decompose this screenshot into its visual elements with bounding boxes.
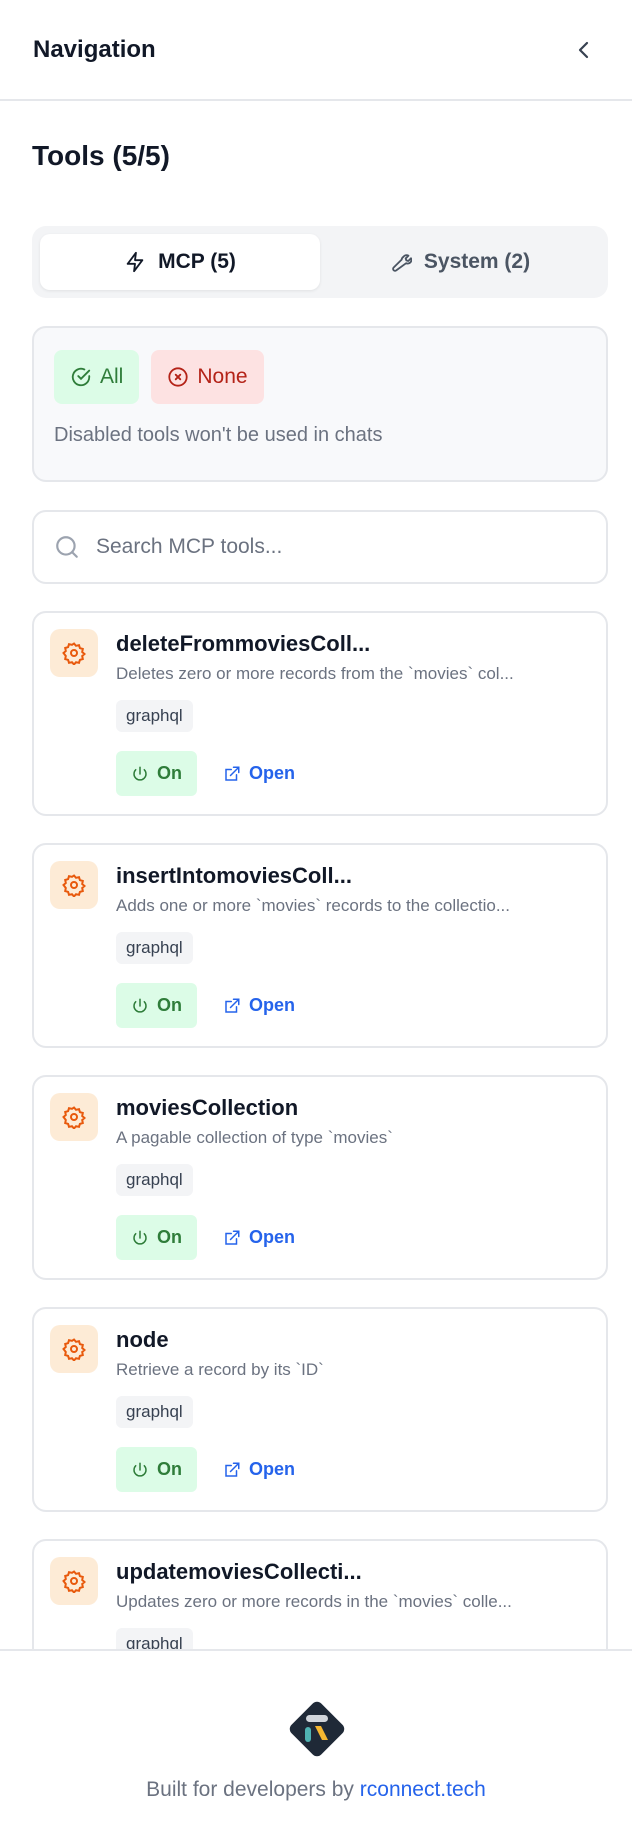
tool-description: Updates zero or more records in the `mov… (116, 1592, 512, 1611)
power-icon (133, 766, 147, 781)
tool-description: Retrieve a record by its `ID` (116, 1360, 324, 1379)
tool-name: node (116, 1327, 169, 1352)
gear-icon (62, 1570, 86, 1593)
tool-icon (50, 1557, 98, 1605)
tool-description: Adds one or more `movies` records to the… (116, 896, 510, 915)
bulk-hint: Disabled tools won't be used in chats (54, 424, 383, 446)
external-link-icon (225, 1462, 240, 1477)
tool-open-link[interactable]: Open (223, 763, 295, 784)
disable-all-button[interactable]: None (151, 350, 264, 404)
tool-list: deleteFrommoviesColl... Deletes zero or … (32, 611, 608, 1649)
external-link-icon (225, 1230, 240, 1245)
tool-name: insertIntomoviesColl... (116, 863, 352, 888)
tab-mcp-label: MCP (5) (158, 250, 236, 273)
toggle-label: On (157, 763, 182, 783)
tool-icon (50, 629, 98, 677)
tool-card: deleteFrommoviesColl... Deletes zero or … (32, 611, 608, 816)
tool-tabs: MCP (5) System (2) (32, 226, 608, 298)
check-circle-icon (71, 367, 91, 387)
toggle-label: On (157, 1459, 182, 1479)
open-label: Open (249, 1227, 296, 1247)
tool-toggle-button[interactable]: On (116, 1447, 197, 1492)
tool-tag: graphql (116, 700, 193, 732)
tool-icon (50, 1325, 98, 1373)
power-icon (133, 998, 147, 1013)
tool-open-link[interactable]: Open (223, 995, 295, 1016)
power-icon (133, 1462, 147, 1477)
tab-mcp[interactable]: MCP (5) (40, 234, 320, 290)
tool-icon (50, 1093, 98, 1141)
toggle-label: On (157, 1227, 182, 1247)
gear-icon (62, 1338, 86, 1361)
tool-toggle-button[interactable]: On (116, 983, 197, 1028)
toggle-label: On (157, 995, 182, 1015)
tool-toggle-button[interactable]: On (116, 751, 197, 796)
footer-text: Built for developers by rconnect.tech (0, 1778, 632, 1802)
tool-description: A pagable collection of type `movies` (116, 1128, 393, 1147)
tool-name: deleteFrommoviesColl... (116, 631, 371, 656)
tool-open-link[interactable]: Open (223, 1227, 295, 1248)
enable-all-button[interactable]: All (54, 350, 140, 404)
external-link-icon (225, 766, 240, 781)
gear-icon (62, 1106, 86, 1129)
power-icon (133, 1230, 147, 1245)
enable-all-label: All (100, 365, 124, 388)
open-label: Open (249, 995, 296, 1015)
tools-panel: Tools (5/5) MCP (5) System (2) All None … (0, 103, 632, 1649)
search-box (32, 510, 608, 584)
tool-icon (50, 861, 98, 909)
zap-icon (126, 251, 144, 273)
open-label: Open (249, 763, 296, 783)
tool-open-link[interactable]: Open (223, 1459, 295, 1480)
tool-tag: graphql (116, 1164, 193, 1196)
tool-tag: graphql (116, 932, 193, 964)
gear-icon (62, 874, 86, 897)
gear-icon (62, 642, 86, 665)
rconnect-logo (289, 1701, 345, 1757)
tool-description: Deletes zero or more records from the `m… (116, 664, 514, 683)
bulk-toggle-box: All None Disabled tools won't be used in… (32, 326, 608, 482)
tool-card: insertIntomoviesColl... Adds one or more… (32, 843, 608, 1048)
header-title: Navigation (33, 35, 156, 63)
tool-toggle-button[interactable]: On (116, 1215, 197, 1260)
footer-credit: Built for developers by (146, 1778, 360, 1801)
disable-all-label: None (197, 365, 248, 388)
tool-tag: graphql (116, 1628, 193, 1649)
search-icon (56, 536, 78, 558)
tab-system-label: System (2) (423, 250, 531, 273)
footer: Built for developers by rconnect.tech (0, 1649, 632, 1842)
open-label: Open (249, 1459, 296, 1479)
external-link-icon (225, 998, 240, 1013)
header: Navigation (0, 0, 632, 101)
tool-tag: graphql (116, 1396, 193, 1428)
tab-system[interactable]: System (2) (320, 234, 600, 290)
search-input[interactable] (96, 535, 586, 559)
wrench-icon (392, 254, 412, 272)
tool-name: updatemoviesCollecti... (116, 1559, 362, 1584)
footer-link[interactable]: rconnect.tech (360, 1778, 486, 1801)
tool-card: node Retrieve a record by its `ID` graph… (32, 1307, 608, 1512)
chevron-left-icon[interactable] (572, 38, 596, 62)
tool-name: moviesCollection (116, 1095, 299, 1120)
tool-card: updatemoviesCollecti... Updates zero or … (32, 1539, 608, 1649)
tool-card: moviesCollection A pagable collection of… (32, 1075, 608, 1280)
tools-title: Tools (5/5) (32, 140, 170, 171)
x-circle-icon (168, 367, 188, 387)
